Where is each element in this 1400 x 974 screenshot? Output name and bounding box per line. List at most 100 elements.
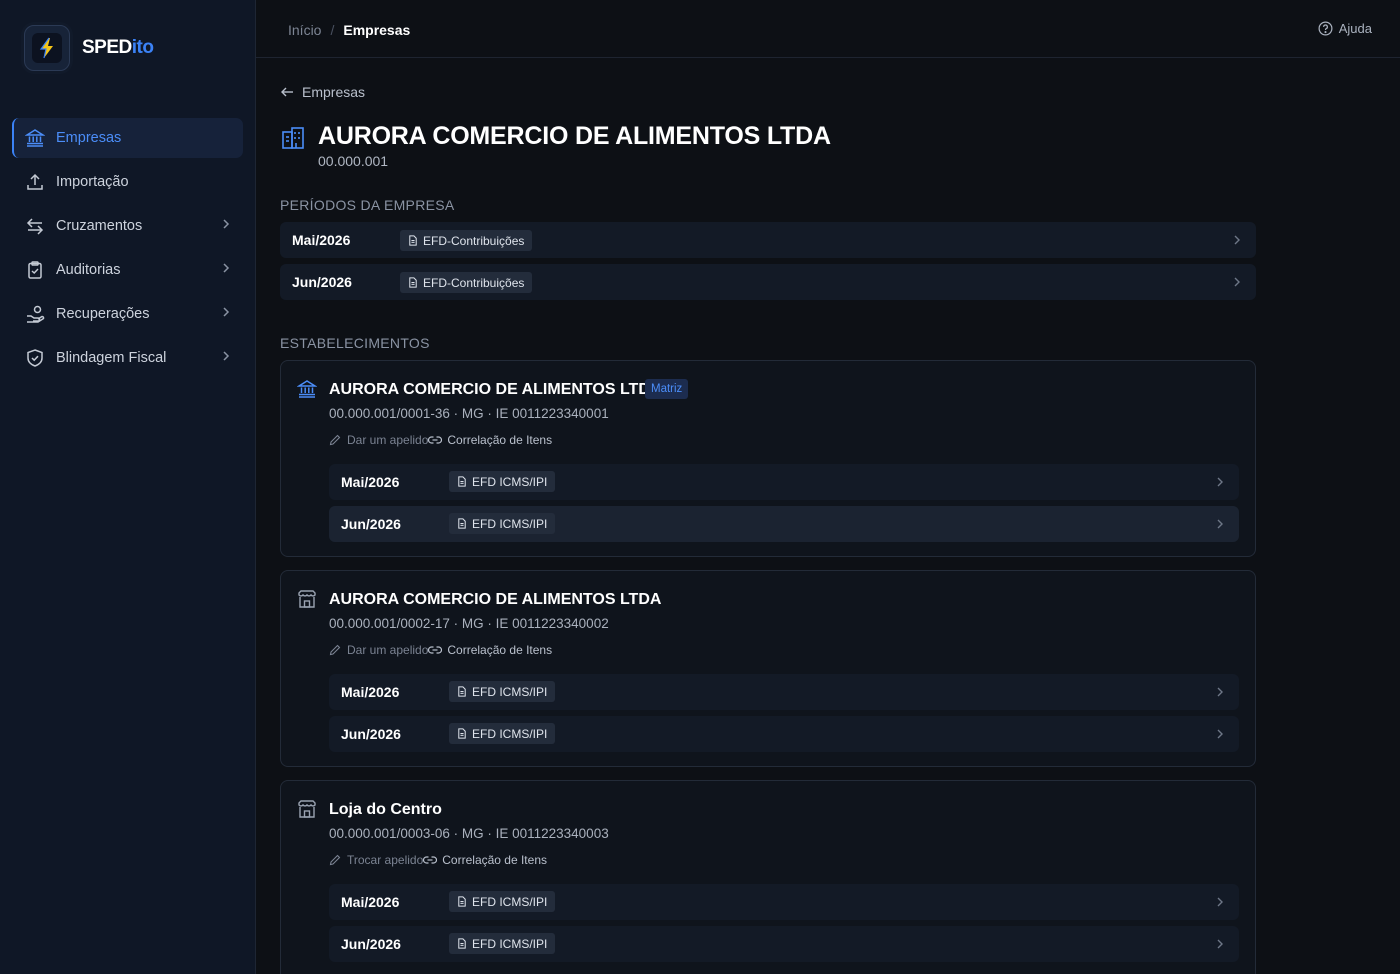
sidebar-item-label: Importação [56,174,129,190]
period-name: Jun/2026 [341,726,401,742]
breadcrumb-separator: / [330,22,335,38]
establishment-period-row[interactable]: Jun/2026 EFD ICMS/IPI [329,926,1239,962]
chevron-right-icon [1217,897,1223,907]
chevron-right-icon [1234,235,1240,245]
company-period-row[interactable]: Jun/2026 EFD-Contribuições [280,264,1256,300]
sidebar-item-label: Blindagem Fiscal [56,350,167,366]
correlation-link[interactable]: Correlação de Itens [428,433,552,447]
pencil-icon [329,644,341,656]
help-label: Ajuda [1338,21,1372,36]
sidebar-item-auditorias[interactable]: Auditorias [12,250,243,290]
establishment-actions: Trocar apelido Correlação de Itens [329,853,547,867]
period-name: Mai/2026 [341,684,400,700]
establishment-name: AURORA COMERCIO DE ALIMENTOS LTDA [329,381,662,398]
correlation-link[interactable]: Correlação de Itens [428,643,552,657]
sidebar-item-recuperacoes[interactable]: Recuperações [12,294,243,334]
lightning-icon [39,37,53,59]
top-bar: Início / Empresas Ajuda [256,0,1400,58]
sidebar-item-empresas[interactable]: Empresas [12,118,243,158]
chevron-right-icon [1217,477,1223,487]
document-icon [409,235,417,246]
establishment-period-row[interactable]: Mai/2026 EFD ICMS/IPI [329,464,1239,500]
document-icon [458,686,466,697]
document-icon [458,896,466,907]
sidebar-nav: Empresas Importação Cruzamentos Auditori… [12,118,243,382]
store-icon [298,800,316,818]
period-name: Jun/2026 [341,516,401,532]
file-type-tag: EFD ICMS/IPI [449,681,556,702]
document-icon [458,476,466,487]
building-icon [282,127,304,149]
sidebar-item-blindagem-fiscal[interactable]: Blindagem Fiscal [12,338,243,378]
establishment-card: AURORA COMERCIO DE ALIMENTOS LTDA 00.000… [280,570,1256,767]
sidebar-item-label: Cruzamentos [56,218,143,234]
establishment-period-row[interactable]: Jun/2026 EFD ICMS/IPI [329,716,1239,752]
period-name: Mai/2026 [292,232,351,248]
upload-icon [27,173,43,190]
period-name: Mai/2026 [341,894,400,910]
app-logo[interactable]: SPEDito [24,25,154,71]
chevron-right-icon [1217,939,1223,949]
file-type-tag: EFD ICMS/IPI [449,723,556,744]
chevron-right-icon [223,219,230,229]
establishment-name: Loja do Centro [329,801,442,818]
chevron-right-icon [1217,519,1223,529]
help-circle-icon [1318,21,1333,36]
chevron-right-icon [223,351,230,361]
sidebar-item-importacao[interactable]: Importação [12,162,243,202]
link-icon [428,436,443,444]
establishment-actions: Dar um apelido Correlação de Itens [329,643,552,657]
nickname-button[interactable]: Trocar apelido [329,853,423,867]
breadcrumb: Início / Empresas [288,22,410,38]
establishment-actions: Dar um apelido Correlação de Itens [329,433,552,447]
company-header: AURORA COMERCIO DE ALIMENTOS LTDA [280,122,831,151]
establishment-card: Loja do Centro 00.000.001/0003-06 · MG ·… [280,780,1256,974]
establishment-name: AURORA COMERCIO DE ALIMENTOS LTDA [329,591,662,608]
period-name: Jun/2026 [341,936,401,952]
help-button[interactable]: Ajuda [1318,21,1372,36]
chevron-right-icon [223,307,230,317]
sidebar-item-label: Recuperações [56,306,150,322]
company-period-row[interactable]: Mai/2026 EFD-Contribuições [280,222,1256,258]
file-type-tag: EFD ICMS/IPI [449,933,556,954]
establishment-period-row[interactable]: Mai/2026 EFD ICMS/IPI [329,674,1239,710]
pencil-icon [329,434,341,446]
arrow-left-icon [281,87,293,97]
nickname-button[interactable]: Dar um apelido [329,643,428,657]
back-label: Empresas [302,84,366,100]
establishment-info: 00.000.001/0001-36 · MG · IE 00112233400… [329,406,609,421]
pencil-icon [329,854,341,866]
document-icon [458,518,466,529]
file-type-tag: EFD ICMS/IPI [449,891,556,912]
back-link[interactable]: Empresas [280,84,365,100]
sidebar-item-label: Empresas [56,130,122,146]
store-icon [298,590,316,608]
periods-section-label: PERÍODOS DA EMPRESA [280,197,455,213]
breadcrumb-current: Empresas [343,22,411,38]
sidebar: SPEDito Empresas Importação Cruzamentos … [0,0,256,974]
period-name: Jun/2026 [292,274,352,290]
breadcrumb-home[interactable]: Início [288,22,321,38]
link-icon [428,646,443,654]
chevron-right-icon [1217,729,1223,739]
file-type-tag: EFD ICMS/IPI [449,471,556,492]
matriz-badge: Matriz [645,379,689,399]
document-icon [458,938,466,949]
bank-icon [25,129,45,147]
file-type-tag: EFD-Contribuições [400,230,533,251]
company-code: 00.000.001 [318,153,389,169]
establishment-info: 00.000.001/0002-17 · MG · IE 00112233400… [329,616,609,631]
establishment-period-row[interactable]: Mai/2026 EFD ICMS/IPI [329,884,1239,920]
sidebar-item-cruzamentos[interactable]: Cruzamentos [12,206,243,246]
arrows-exchange-icon [26,218,44,235]
establishment-period-row[interactable]: Jun/2026 EFD ICMS/IPI [329,506,1239,542]
chevron-right-icon [1217,687,1223,697]
nickname-button[interactable]: Dar um apelido [329,433,428,447]
establishment-card: AURORA COMERCIO DE ALIMENTOS LTDA Matriz… [280,360,1256,557]
hand-coins-icon [27,305,45,323]
page-title: AURORA COMERCIO DE ALIMENTOS LTDA [318,122,831,150]
sidebar-item-label: Auditorias [56,262,121,278]
document-icon [409,277,417,288]
establishments-section-label: ESTABELECIMENTOS [280,335,430,351]
correlation-link[interactable]: Correlação de Itens [423,853,547,867]
